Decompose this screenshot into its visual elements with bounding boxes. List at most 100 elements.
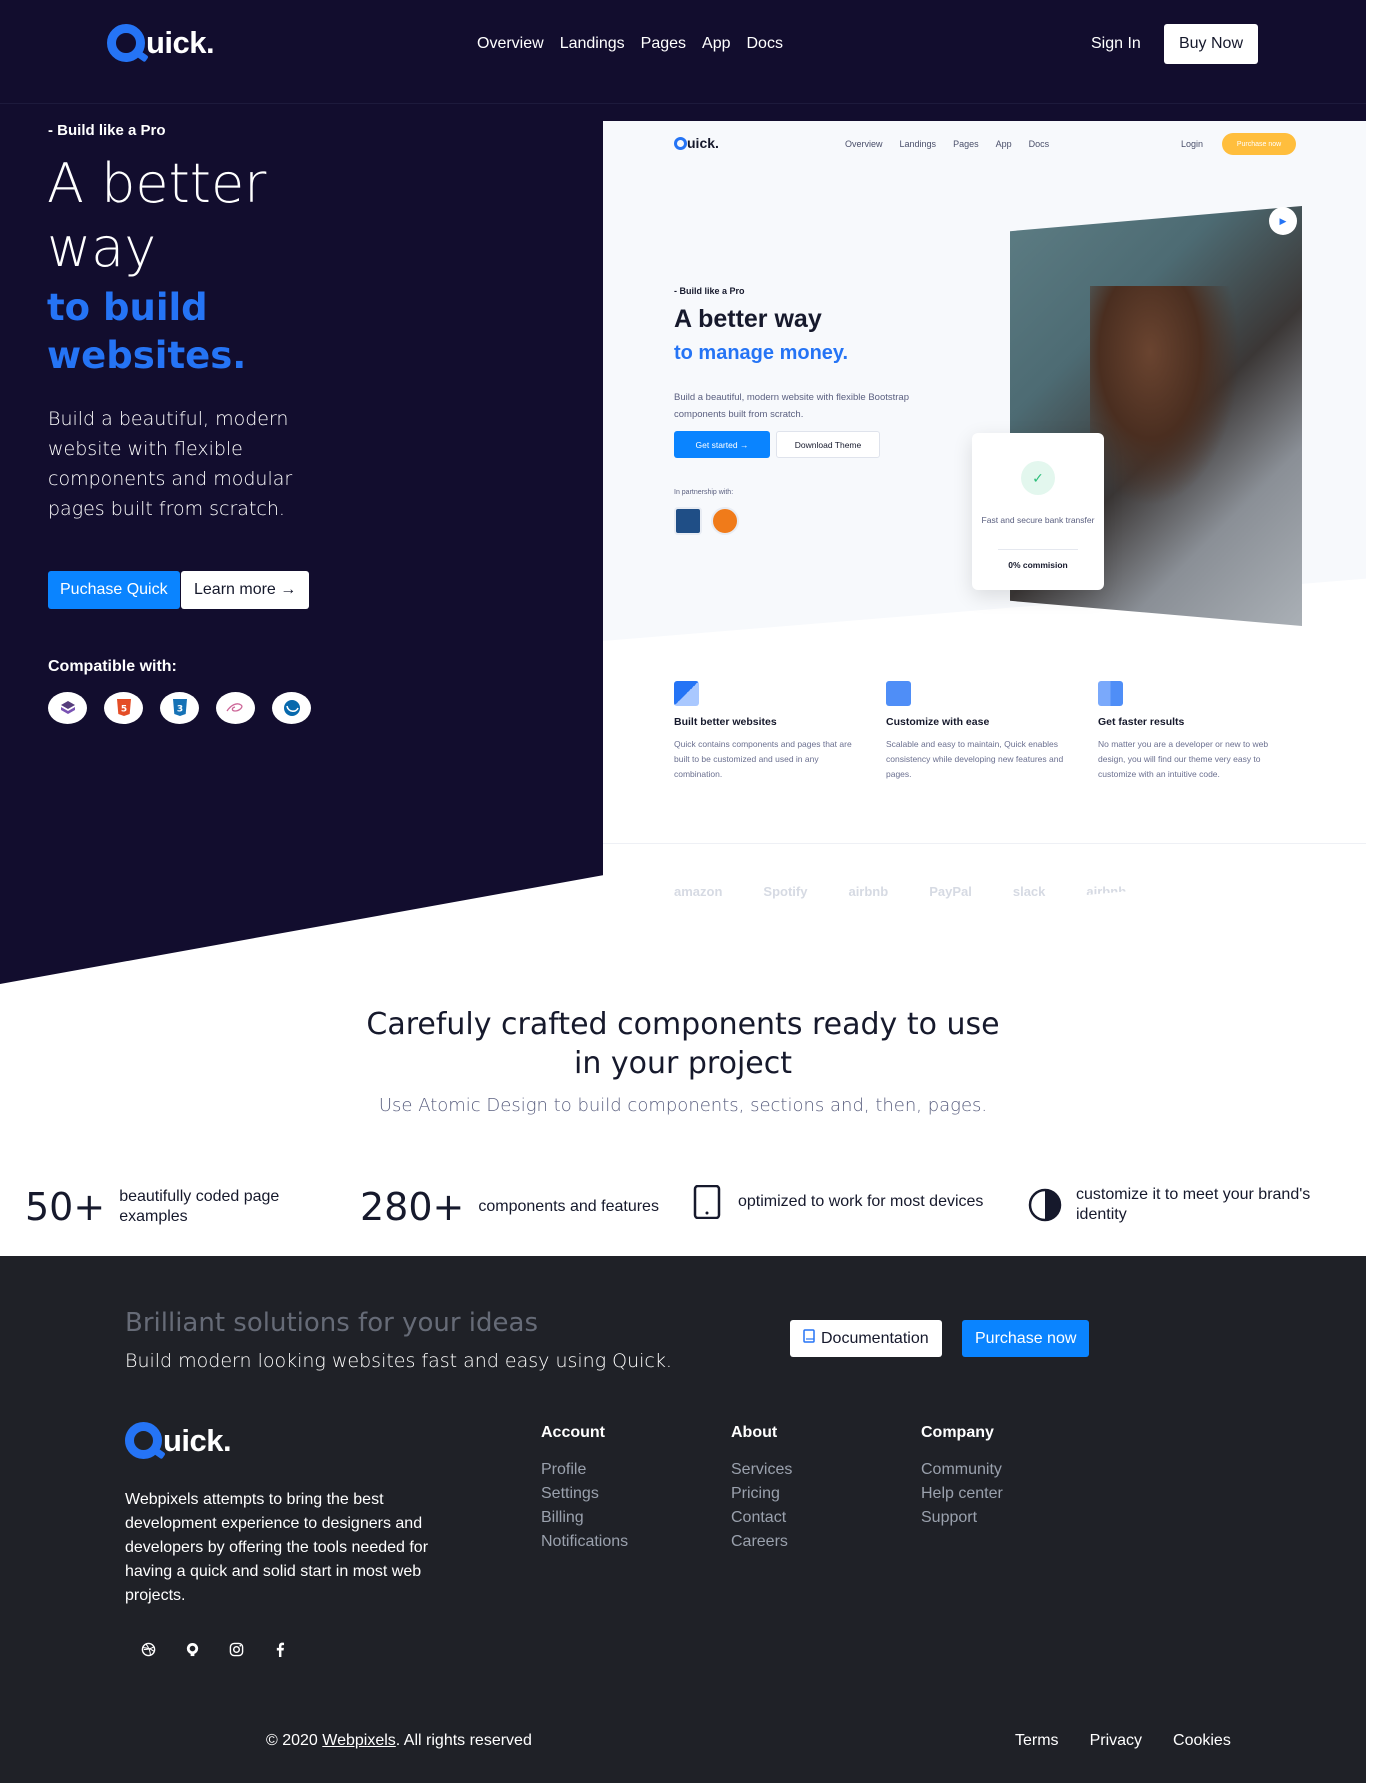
hero-title: A better way <box>47 152 267 279</box>
preview-eyebrow: - Build like a Pro <box>674 286 745 296</box>
theme-preview: uick. Overview Landings Pages App Docs L… <box>603 121 1366 939</box>
instagram-icon[interactable] <box>228 1641 244 1657</box>
sass-icon <box>216 692 255 724</box>
nav-link-app[interactable]: App <box>702 35 730 53</box>
nav-link-docs[interactable]: Docs <box>746 35 782 53</box>
documentation-button[interactable]: Documentation <box>790 1320 942 1357</box>
preview-partnership: In partnership with: <box>674 489 734 496</box>
legal-links: Terms Privacy Cookies <box>1015 1732 1231 1750</box>
copyright-prefix: © 2020 <box>266 1732 323 1749</box>
preview-title: A better way <box>674 305 822 333</box>
stat-pages: 50+ beautifully coded page examples <box>25 1185 304 1229</box>
footer-brand-logo[interactable]: uick. <box>125 1422 232 1459</box>
preview-feature-desc: No matter you are a developer or new to … <box>1098 739 1269 779</box>
preview-feature: Customize with ease Scalable and easy to… <box>886 681 1074 782</box>
preview-nav-item: App <box>995 139 1012 149</box>
stat-devices: optimized to work for most devices <box>690 1185 1008 1219</box>
airbnb-logo: airbnb <box>848 884 889 899</box>
footer-col-company: Company Community Help center Support <box>921 1424 1003 1530</box>
preview-feature-desc: Quick contains components and pages that… <box>674 739 852 779</box>
footer-link-help-center[interactable]: Help center <box>921 1482 1003 1506</box>
preview-feature-title: Get faster results <box>1098 716 1185 728</box>
github-icon[interactable] <box>184 1641 200 1657</box>
preview-nav-item: Pages <box>953 139 979 149</box>
preview-nav-item: Docs <box>1028 139 1050 149</box>
footer-link-support[interactable]: Support <box>921 1506 1003 1530</box>
footer-link-pricing[interactable]: Pricing <box>731 1482 792 1506</box>
cookies-link[interactable]: Cookies <box>1173 1732 1231 1750</box>
preview-transfer-card: ✓ Fast and secure bank transfer 0% commi… <box>972 433 1104 590</box>
book-icon <box>1098 681 1123 706</box>
footer-col-title: About <box>731 1424 778 1441</box>
footer-link-settings[interactable]: Settings <box>541 1482 628 1506</box>
preview-feature-title: Customize with ease <box>886 716 990 728</box>
grid-icon <box>886 681 911 706</box>
purchase-now-button[interactable]: Purchase now <box>962 1320 1090 1357</box>
footer-link-careers[interactable]: Careers <box>731 1530 792 1554</box>
buy-now-button[interactable]: Buy Now <box>1164 24 1258 64</box>
documentation-label: Documentation <box>821 1329 929 1347</box>
dribbble-icon[interactable] <box>140 1641 156 1657</box>
blocks-icon <box>674 681 699 706</box>
components-subtitle: Use Atomic Design to build components, s… <box>378 1095 988 1116</box>
hero-eyebrow: - Build like a Pro <box>48 122 166 139</box>
footer-link-billing[interactable]: Billing <box>541 1506 628 1530</box>
bootstrap-icon <box>48 692 87 724</box>
preview-download-button: Download Theme <box>776 431 880 458</box>
preview-card-text: Fast and secure bank transfer <box>981 515 1095 525</box>
privacy-link[interactable]: Privacy <box>1090 1732 1142 1750</box>
hero-lead: Build a beautiful, modern website with f… <box>48 408 293 520</box>
copyright-suffix: . All rights reserved <box>395 1732 532 1749</box>
preview-brand: uick. <box>674 135 719 151</box>
footer-col-account: Account Profile Settings Billing Notific… <box>541 1424 628 1554</box>
components-title: Carefuly crafted components ready to use… <box>366 1007 1000 1081</box>
play-icon: ▶ <box>1269 207 1297 235</box>
footer-link-notifications[interactable]: Notifications <box>541 1530 628 1554</box>
footer-link-community[interactable]: Community <box>921 1458 1003 1482</box>
facebook-icon[interactable] <box>272 1641 288 1657</box>
preview-feature-title: Built better websites <box>674 716 777 728</box>
stat-text: components and features <box>478 1198 659 1215</box>
logo-q-icon <box>107 24 145 62</box>
airbnb-logo: airbnb <box>1086 884 1127 899</box>
preview-feature: Get faster results No matter you are a d… <box>1098 681 1286 782</box>
partner-badge-icon <box>674 507 702 535</box>
purchase-quick-button[interactable]: Puchase Quick <box>48 571 180 609</box>
stat-components: 280+ components and features <box>360 1185 678 1229</box>
sign-in-link[interactable]: Sign In <box>1091 35 1141 53</box>
preview-features: Built better websites Quick contains com… <box>674 681 1286 782</box>
paypal-logo: PayPal <box>929 884 972 899</box>
learn-more-label: Learn more <box>194 581 276 598</box>
spotify-logo: Spotify <box>763 884 808 899</box>
footer-link-services[interactable]: Services <box>731 1458 792 1482</box>
learn-more-button[interactable]: Learn more → <box>181 571 310 609</box>
hero-title-accent: to build websites. <box>47 286 247 377</box>
preview-login: Login <box>1181 139 1204 149</box>
copyright: © 2020 Webpixels. All rights reserved <box>266 1732 532 1750</box>
preview-lead: Build a beautiful, modern website with f… <box>674 392 909 420</box>
preview-brand-text: uick. <box>687 135 719 151</box>
cta-title: Brilliant solutions for your ideas <box>125 1308 539 1338</box>
terms-link[interactable]: Terms <box>1015 1732 1059 1750</box>
preview-nav-item: Landings <box>899 139 937 149</box>
footer-link-profile[interactable]: Profile <box>541 1458 628 1482</box>
css3-icon: 3 <box>160 692 199 724</box>
amazon-logo: amazon <box>674 884 723 899</box>
book-icon <box>803 1329 815 1348</box>
tablet-icon <box>690 1185 724 1219</box>
cta-subtitle: Build modern looking websites fast and e… <box>125 1350 672 1372</box>
jquery-icon <box>272 692 311 724</box>
preview-purchase-button: Purchase now <box>1222 133 1296 155</box>
preview-nav: Overview Landings Pages App Docs <box>845 139 1049 149</box>
preview-client-logos: amazon Spotify airbnb PayPal slack airbn… <box>674 884 1126 899</box>
nav-link-landings[interactable]: Landings <box>560 35 625 53</box>
preview-feature: Built better websites Quick contains com… <box>674 681 862 782</box>
nav-link-overview[interactable]: Overview <box>477 35 544 53</box>
webpixels-link[interactable]: Webpixels <box>322 1732 396 1749</box>
footer-col-title: Company <box>921 1424 994 1441</box>
footer-link-contact[interactable]: Contact <box>731 1506 792 1530</box>
footer-col-title: Account <box>541 1424 605 1441</box>
preview-feature-desc: Scalable and easy to maintain, Quick ena… <box>886 739 1064 779</box>
brand-logo[interactable]: uick. <box>107 24 215 62</box>
nav-link-pages[interactable]: Pages <box>641 35 686 53</box>
